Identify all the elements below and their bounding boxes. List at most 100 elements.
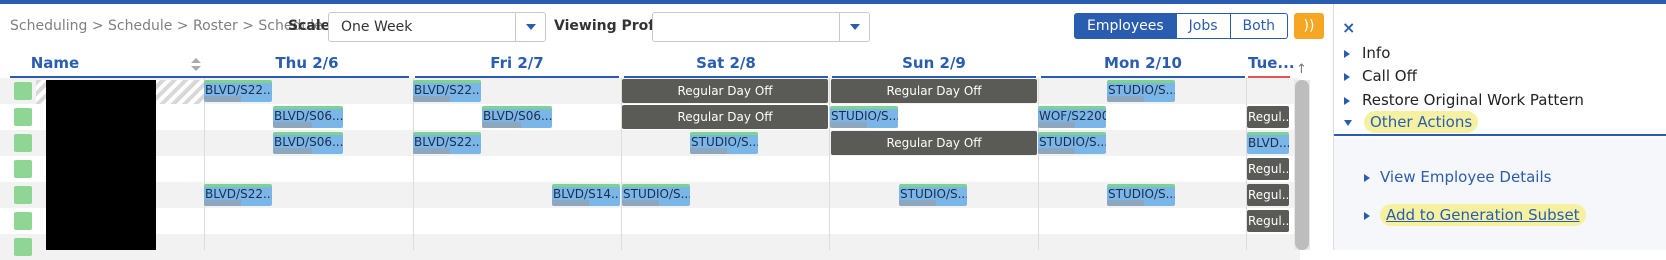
status-badge[interactable] xyxy=(14,212,32,230)
status-badge[interactable] xyxy=(14,82,32,100)
chevron-down-icon[interactable] xyxy=(839,13,869,41)
scrollbar-thumb[interactable] xyxy=(1295,80,1309,250)
table-row[interactable] xyxy=(0,208,1300,234)
shift-label: BLVD/S22... xyxy=(414,83,481,97)
day-off-block[interactable]: Regular Day Off xyxy=(831,79,1037,103)
shift-label: BLVD/S22... xyxy=(205,187,272,201)
shift-label: BLVD/S14... xyxy=(553,187,620,201)
shift-block[interactable]: BLVD/S22... xyxy=(413,132,481,154)
column-header-thu[interactable]: Thu 2/6 xyxy=(205,54,409,78)
shift-block[interactable]: STUDIO/S... xyxy=(622,184,690,206)
toolbar: Scheduling > Schedule > Roster > Schedul… xyxy=(0,10,1420,46)
shift-block[interactable]: STUDIO/S... xyxy=(830,106,898,128)
shift-label: STUDIO/S... xyxy=(831,109,898,123)
column-header-tue[interactable]: Tue... xyxy=(1248,54,1295,78)
close-icon[interactable]: × xyxy=(1342,18,1355,37)
toggle-employees[interactable]: Employees xyxy=(1074,13,1177,39)
panel-item-restore-work-pattern[interactable]: Restore Original Work Pattern xyxy=(1344,91,1584,109)
shift-block[interactable]: BLVD/S22... xyxy=(413,80,481,102)
breadcrumb: Scheduling > Schedule > Roster > Schedul… xyxy=(10,18,323,34)
day-off-block[interactable]: Regul... xyxy=(1247,184,1289,206)
viewing-profile-select[interactable] xyxy=(652,12,870,42)
panel-item-info[interactable]: Info xyxy=(1344,44,1390,62)
chevron-right-icon xyxy=(1344,72,1350,81)
status-badge[interactable] xyxy=(14,108,32,126)
shift-block[interactable]: BLVD/S06... xyxy=(273,106,343,128)
shift-label: STUDIO/S... xyxy=(623,187,690,201)
view-toggle: Employees Jobs Both xyxy=(1074,13,1289,39)
link-label: View Employee Details xyxy=(1380,168,1552,186)
shift-label: STUDIO/S... xyxy=(1108,83,1175,97)
day-off-block[interactable]: Regular Day Off xyxy=(622,105,828,129)
scroll-up-icon[interactable]: ↑ xyxy=(1296,62,1307,77)
day-off-block[interactable]: Regul... xyxy=(1247,106,1289,128)
scale-label: Scale xyxy=(288,18,331,34)
column-header-mon[interactable]: Mon 2/10 xyxy=(1041,54,1245,78)
shift-label: BLVD/S06... xyxy=(274,109,343,123)
link-label: Add to Generation Subset xyxy=(1380,204,1586,226)
column-divider xyxy=(621,78,622,250)
vertical-scrollbar[interactable] xyxy=(1294,80,1310,250)
panel-item-call-off[interactable]: Call Off xyxy=(1344,67,1417,85)
chevron-right-icon xyxy=(1364,173,1370,182)
link-add-to-generation-subset[interactable]: Add to Generation Subset xyxy=(1364,204,1586,226)
column-header-sat[interactable]: Sat 2/8 xyxy=(624,54,828,78)
day-off-block[interactable]: Regular Day Off xyxy=(622,79,828,103)
toggle-both[interactable]: Both xyxy=(1230,13,1289,39)
column-divider xyxy=(413,78,414,250)
chevron-right-icon xyxy=(1344,49,1350,58)
toggle-jobs[interactable]: Jobs xyxy=(1176,13,1231,39)
shift-block[interactable]: BLVD/S22... xyxy=(204,184,272,206)
shift-block[interactable]: BLVD/S22... xyxy=(204,80,272,102)
status-badge[interactable] xyxy=(14,238,32,256)
chevron-right-icon xyxy=(1344,96,1350,105)
status-badge[interactable] xyxy=(14,160,32,178)
panel-item-label: Call Off xyxy=(1362,67,1417,85)
shift-block[interactable]: WOF/S2200 xyxy=(1038,106,1106,128)
panel-item-label: Info xyxy=(1362,44,1391,62)
shift-label: STUDIO/S... xyxy=(691,135,758,149)
shift-block[interactable]: STUDIO/S... xyxy=(1038,132,1106,154)
shift-label: BLVD/S06... xyxy=(483,109,552,123)
panel-item-label: Other Actions xyxy=(1364,111,1479,133)
redacted-names xyxy=(46,80,156,250)
shift-block[interactable]: BLVD/S14... xyxy=(552,184,620,206)
day-off-block[interactable]: Regular Day Off xyxy=(831,131,1037,155)
day-off-block[interactable]: Regul... xyxy=(1247,210,1289,232)
shift-label: STUDIO/S... xyxy=(900,187,967,201)
shift-label: BLVD/S22... xyxy=(205,83,272,97)
speaker-icon[interactable]: )) xyxy=(1294,13,1324,39)
panel-item-label: Restore Original Work Pattern xyxy=(1362,91,1584,109)
table-row[interactable] xyxy=(0,156,1300,182)
other-actions-submenu: View Employee Details Add to Generation … xyxy=(1334,138,1666,250)
column-header-name[interactable]: Name xyxy=(10,54,100,78)
shift-label: BLVD/S22... xyxy=(414,135,481,149)
link-view-employee-details[interactable]: View Employee Details xyxy=(1364,168,1551,186)
chevron-down-icon xyxy=(1344,119,1352,126)
status-badge[interactable] xyxy=(14,186,32,204)
table-row[interactable] xyxy=(0,234,1300,260)
chevron-right-icon xyxy=(1364,211,1370,220)
shift-block[interactable]: STUDIO/S... xyxy=(1107,184,1175,206)
panel-item-other-actions[interactable]: Other Actions xyxy=(1344,111,1479,133)
shift-label: STUDIO/S... xyxy=(1108,187,1175,201)
sort-icon[interactable] xyxy=(191,58,201,72)
shift-label: STUDIO/S... xyxy=(1039,135,1106,149)
column-header-fri[interactable]: Fri 2/7 xyxy=(415,54,619,78)
status-badge[interactable] xyxy=(14,134,32,152)
shift-block[interactable]: STUDIO/S... xyxy=(899,184,967,206)
shift-label: BLVD/S06... xyxy=(274,135,343,149)
column-header-sun[interactable]: Sun 2/9 xyxy=(832,54,1036,78)
shift-block[interactable]: STUDIO/S... xyxy=(690,132,758,154)
shift-block[interactable]: STUDIO/S... xyxy=(1107,80,1175,102)
scale-select[interactable]: One Week xyxy=(328,12,546,42)
context-panel: × Info Call Off Restore Original Work Pa… xyxy=(1333,4,1666,250)
column-divider xyxy=(829,78,830,250)
shift-block[interactable]: BLVD/S06... xyxy=(482,106,552,128)
day-off-block[interactable]: Regul... xyxy=(1247,158,1289,180)
shift-block[interactable]: BLVD/S06... xyxy=(273,132,343,154)
shift-block[interactable]: BLVD... xyxy=(1247,132,1289,154)
scale-value: One Week xyxy=(341,19,413,35)
column-divider xyxy=(1038,78,1039,250)
chevron-down-icon[interactable] xyxy=(515,13,545,41)
